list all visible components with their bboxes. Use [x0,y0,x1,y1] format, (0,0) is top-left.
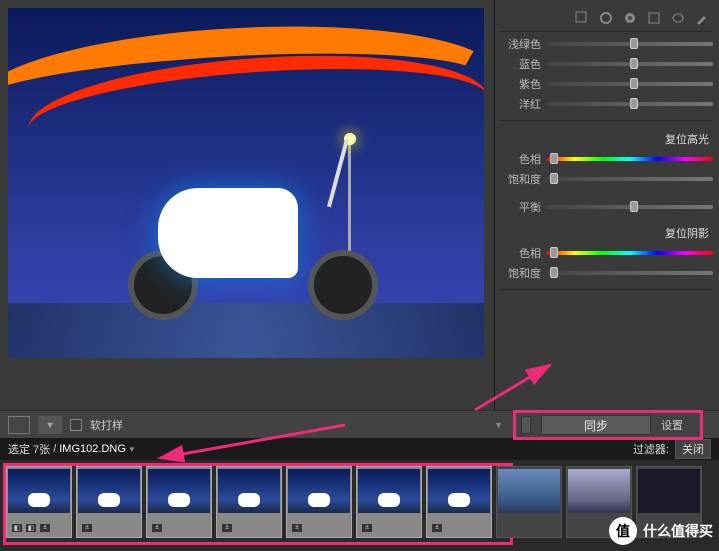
thumbnail[interactable]: ◧◧± [6,466,72,538]
view-dropdown[interactable]: ▼ [38,416,62,434]
shadow-sat-slider[interactable] [547,267,713,279]
spot-tool-icon[interactable] [597,9,615,27]
shadow-hue-row: 色相 [501,245,713,261]
badge-icon: ± [39,523,51,533]
watermark: 值 什么值得买 [609,517,713,545]
settings-label[interactable]: 设置 [661,417,683,433]
selection-count: 选定 7张 [8,441,50,457]
balance-slider[interactable] [547,201,713,213]
chevron-down-icon[interactable]: ▼ [494,420,503,430]
status-bar: 选定 7张 / IMG102.DNG ▼ 过滤器: 关闭 [0,438,719,460]
preview-area [0,0,494,410]
slider-label: 浅绿色 [501,36,541,52]
thumbnail[interactable]: ± [426,466,492,538]
badge-icon: ± [431,523,443,533]
blue-slider[interactable] [547,58,713,70]
badge-icon: ◧ [25,523,37,533]
thumbnail[interactable] [496,466,562,538]
shadows-title[interactable]: 复位阴影 [501,225,713,241]
filename[interactable]: IMG102.DNG [59,443,126,455]
highlights-title[interactable]: 复位高光 [501,131,713,147]
radial-tool-icon[interactable] [669,9,687,27]
badge-icon: ◧ [11,523,23,533]
badge-icon: ± [151,523,163,533]
watermark-text: 什么值得买 [643,521,713,541]
watermark-icon: 值 [609,517,637,545]
highlight-hue-row: 色相 [501,151,713,167]
gradient-tool-icon[interactable] [645,9,663,27]
highlight-sat-row: 饱和度 [501,171,713,187]
toolbar: ▼ 软打样 ▼ 同步 设置 [0,410,719,438]
thumbnail[interactable]: ± [286,466,352,538]
balance-row: 平衡 [501,199,713,215]
badge-icon: ± [291,523,303,533]
soft-proof-label: 软打样 [90,417,123,433]
purple-slider[interactable] [547,78,713,90]
blue-slider-row: 蓝色 [501,56,713,72]
shadow-sat-row: 饱和度 [501,265,713,281]
purple-slider-row: 紫色 [501,76,713,92]
filter-label: 过滤器: [633,441,669,457]
shadow-hue-slider[interactable] [547,247,713,259]
thumbnail[interactable]: ± [146,466,212,538]
sync-toggle[interactable] [521,416,531,434]
slider-label: 色相 [501,245,541,261]
develop-panel: 浅绿色 蓝色 紫色 洋红 复位高光 色相 饱和度 平衡 复位阴影 [494,0,719,410]
crop-tool-icon[interactable] [573,9,591,27]
badge-icon: ± [361,523,373,533]
chevron-down-icon[interactable]: ▼ [128,445,136,454]
aqua-slider-row: 浅绿色 [501,36,713,52]
thumbnail[interactable]: ± [216,466,282,538]
thumbnail[interactable]: ± [356,466,422,538]
magenta-slider[interactable] [547,98,713,110]
slider-label: 紫色 [501,76,541,92]
thumbnail[interactable]: ± [76,466,142,538]
chevron-down-icon: ▼ [46,420,55,430]
magenta-slider-row: 洋红 [501,96,713,112]
aqua-slider[interactable] [547,38,713,50]
soft-proof-checkbox[interactable] [70,419,82,431]
highlight-hue-slider[interactable] [547,153,713,165]
slider-label: 饱和度 [501,171,541,187]
slider-label: 色相 [501,151,541,167]
badge-icon: ± [81,523,93,533]
filter-dropdown[interactable]: 关闭 [675,439,711,459]
highlight-sat-slider[interactable] [547,173,713,185]
redeye-tool-icon[interactable] [621,9,639,27]
slider-label: 饱和度 [501,265,541,281]
slider-label: 蓝色 [501,56,541,72]
view-mode-icon[interactable] [8,416,30,434]
preview-image[interactable] [8,8,484,358]
sync-button[interactable]: 同步 [541,415,651,435]
badge-icon: ± [221,523,233,533]
slider-label: 洋红 [501,96,541,112]
brush-tool-icon[interactable] [693,9,711,27]
slider-label: 平衡 [501,199,541,215]
